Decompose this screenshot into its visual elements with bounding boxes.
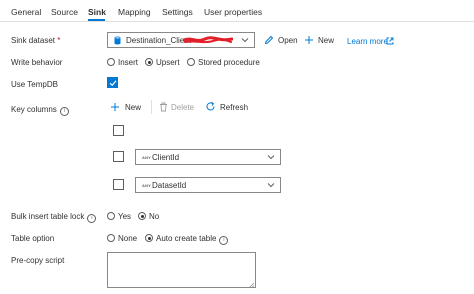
tab-divider (0, 21, 474, 22)
write-behavior-insert-label: Insert (118, 58, 139, 67)
key-columns-select-all-checkbox[interactable] (113, 125, 124, 136)
key-column-value: ClientId (152, 153, 180, 162)
new-dataset-button-label: New (318, 36, 335, 45)
write-behavior-upsert-radio[interactable] (145, 58, 153, 66)
checkmark-icon (109, 80, 117, 87)
info-icon: i (59, 107, 69, 116)
chevron-down-icon (241, 36, 249, 44)
write-behavior-stored-procedure-radio[interactable] (187, 58, 195, 66)
tab-general[interactable]: General (11, 7, 41, 17)
key-column-select[interactable]: ANY ClientId (135, 149, 281, 165)
trash-icon (159, 102, 168, 114)
sink-dataset-select[interactable]: Destination_Client (107, 32, 255, 48)
bulk-insert-table-lock-label: Bulk insert table lock i (11, 212, 97, 223)
table-option-auto-create-text: Auto create table (156, 234, 217, 243)
bulk-insert-table-lock-label-text: Bulk insert table lock (11, 212, 85, 221)
table-option-none-radio[interactable] (107, 234, 115, 242)
bulk-lock-yes-label: Yes (118, 212, 132, 221)
tab-user-properties[interactable]: User properties (204, 7, 262, 17)
info-icon: i (219, 236, 229, 245)
write-behavior-stored-procedure-label: Stored procedure (198, 58, 260, 67)
bulk-lock-no-radio[interactable] (138, 212, 146, 220)
type-badge: ANY (142, 155, 152, 160)
info-icon: i (87, 214, 97, 223)
key-columns-label-text: Key columns (11, 105, 57, 114)
tab-source[interactable]: Source (51, 7, 78, 17)
plus-icon (110, 102, 120, 114)
write-behavior-label: Write behavior (11, 58, 63, 67)
chevron-down-icon (267, 153, 275, 161)
resize-handle-icon[interactable] (248, 281, 255, 289)
sink-dataset-label: Sink dataset * (11, 36, 60, 45)
key-columns-refresh-label: Refresh (220, 103, 249, 112)
bulk-lock-yes-radio[interactable] (107, 212, 115, 220)
sink-dataset-label-text: Sink dataset (11, 36, 56, 45)
pencil-icon (264, 35, 274, 47)
type-badge: ANY (142, 183, 152, 188)
table-option-label: Table option (11, 234, 55, 243)
required-mark: * (57, 36, 61, 45)
tab-mapping[interactable]: Mapping (118, 7, 151, 17)
pre-copy-script-label: Pre-copy script (11, 256, 65, 265)
key-columns-label: Key columns i (11, 105, 69, 116)
database-icon (114, 36, 121, 47)
key-column-row-checkbox[interactable] (113, 151, 124, 162)
chevron-down-icon (267, 181, 275, 189)
learn-more-link[interactable]: Learn more (347, 37, 394, 46)
key-column-select[interactable]: ANY DatasetId (135, 177, 281, 193)
tab-sink[interactable]: Sink (88, 7, 106, 17)
write-behavior-insert-radio[interactable] (107, 58, 115, 66)
use-tempdb-checkbox[interactable] (107, 77, 118, 88)
key-columns-delete-label: Delete (171, 103, 195, 112)
redaction-scribble (182, 36, 234, 45)
open-button-label: Open (278, 36, 298, 45)
bulk-lock-no-label: No (149, 212, 160, 221)
toolbar-divider (151, 100, 152, 114)
external-link-icon (386, 37, 394, 47)
table-option-none-label: None (118, 234, 138, 243)
write-behavior-upsert-label: Upsert (156, 58, 180, 67)
sink-dataset-value: Destination_Client (126, 36, 191, 45)
key-column-value: DatasetId (152, 181, 187, 190)
key-columns-new-label: New (125, 103, 142, 112)
table-option-auto-create-radio[interactable] (145, 234, 153, 242)
pre-copy-script-textarea[interactable] (107, 252, 256, 288)
refresh-icon (205, 101, 216, 114)
use-tempdb-label: Use TempDB (11, 80, 58, 89)
plus-icon (304, 35, 314, 47)
tab-settings[interactable]: Settings (162, 7, 193, 17)
key-column-row-checkbox[interactable] (113, 179, 124, 190)
table-option-auto-create-label: Auto create table i (156, 234, 229, 245)
learn-more-label: Learn more (347, 37, 388, 46)
